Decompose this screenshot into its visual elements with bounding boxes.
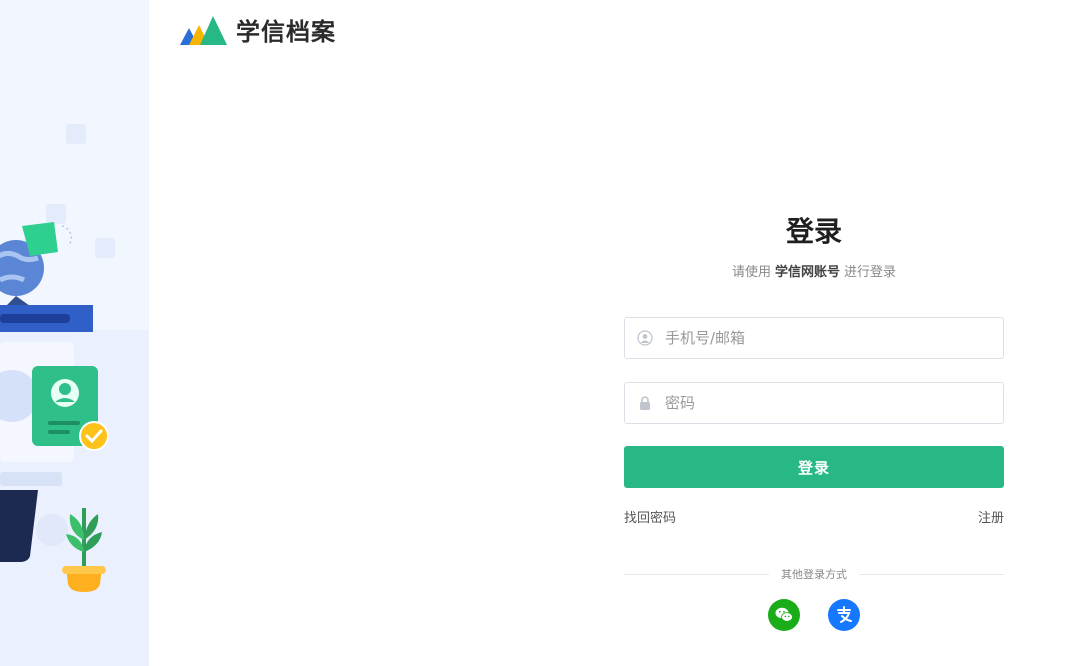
illustration-panel: [0, 0, 149, 666]
login-illustration: [0, 124, 149, 666]
login-title: 登录: [785, 215, 842, 248]
subtitle-prefix: 请使用: [731, 265, 771, 280]
subtitle-suffix: 进行登录: [844, 265, 897, 280]
lock-icon: [637, 395, 653, 411]
logo-icon: [180, 15, 227, 45]
login-button[interactable]: 登录: [624, 446, 1004, 488]
forgot-password-link[interactable]: 找回密码: [624, 507, 676, 526]
username-field[interactable]: [624, 317, 1004, 359]
other-methods-divider: 其他登录方式: [624, 566, 1004, 582]
brand-name: 学信档案: [236, 18, 336, 46]
auth-links: 找回密码 注册: [624, 507, 1004, 526]
password-field[interactable]: [624, 382, 1004, 424]
other-methods-label: 其他登录方式: [781, 568, 847, 581]
divider-line-right: [859, 573, 1004, 575]
register-link[interactable]: 注册: [978, 507, 1004, 526]
site-logo[interactable]: 学信档案: [178, 12, 336, 47]
divider-line-left: [624, 573, 769, 575]
wechat-login-button[interactable]: [768, 599, 800, 631]
username-input[interactable]: [663, 319, 1003, 357]
alipay-icon: [837, 606, 852, 623]
password-input[interactable]: [663, 384, 1003, 422]
user-icon: [637, 330, 653, 346]
login-subtitle: 请使用 学信网账号 进行登录: [624, 261, 1004, 280]
subtitle-account: 学信网账号: [774, 265, 840, 280]
alipay-login-button[interactable]: [828, 599, 860, 631]
wechat-icon: [775, 607, 793, 622]
